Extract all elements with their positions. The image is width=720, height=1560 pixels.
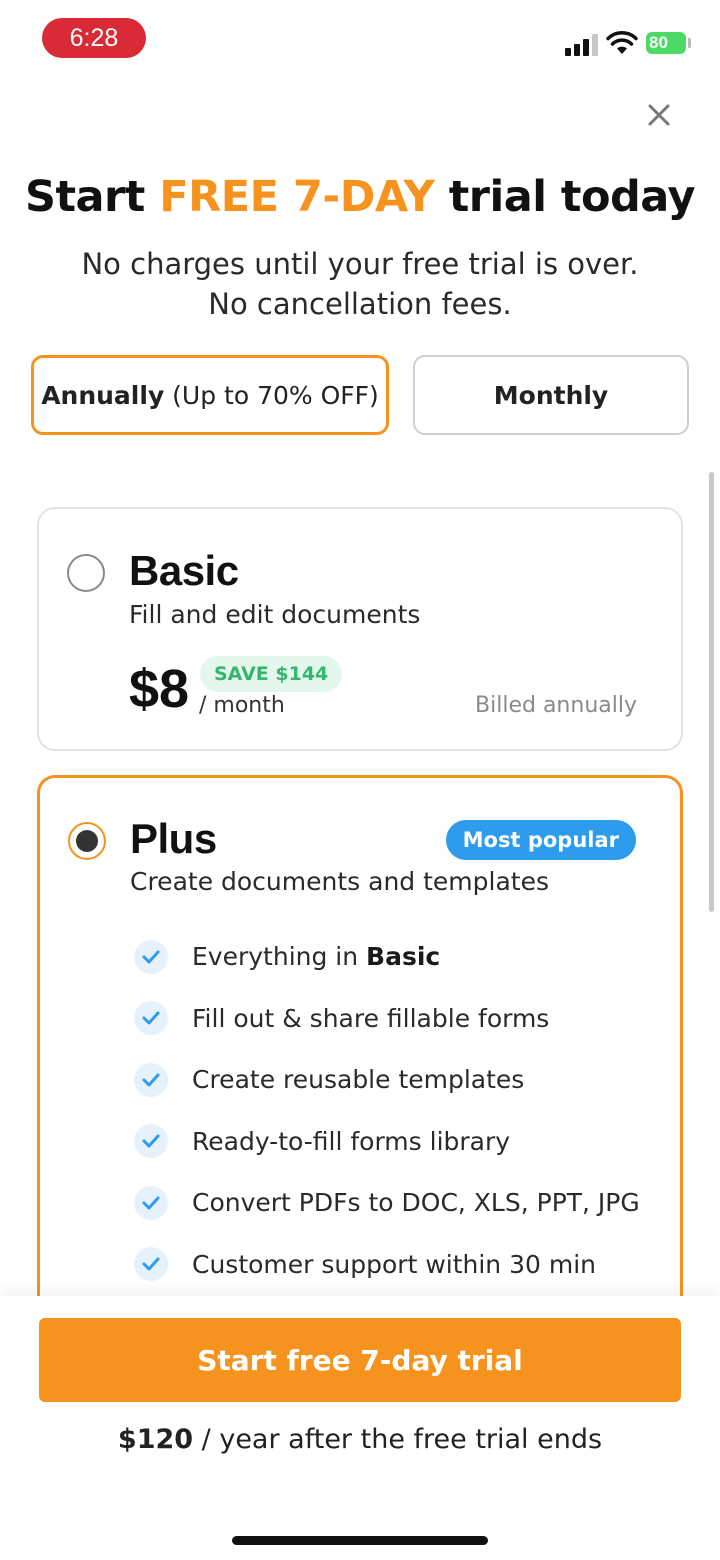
close-icon [648, 104, 670, 126]
feature-text: Fill out & share fillable forms [192, 1003, 550, 1033]
feature-text: Customer support within 30 min [192, 1249, 596, 1279]
battery-tip [688, 38, 691, 48]
check-icon [134, 1062, 168, 1097]
close-button[interactable] [640, 96, 678, 134]
price-after-trial: $120 / year after the free trial ends [0, 1424, 720, 1455]
page-subtitle: No charges until your free trial is over… [0, 244, 720, 324]
feature-item: Customer support within 30 min [134, 1234, 640, 1296]
check-icon [134, 939, 168, 974]
battery-level: 80 [649, 33, 668, 52]
status-time: 6:28 [42, 18, 146, 58]
yearly-price: $120 [117, 1424, 194, 1455]
home-indicator[interactable] [232, 1536, 488, 1545]
title-end: trial today [434, 172, 696, 222]
save-badge: SAVE $144 [200, 656, 343, 692]
plan-card-basic[interactable]: Basic Fill and edit documents $8 SAVE $1… [37, 507, 683, 751]
annual-discount: (Up to 70% OFF) [164, 380, 379, 410]
start-trial-button[interactable]: Start free 7-day trial [39, 1318, 681, 1402]
status-bar: 6:28 80 [0, 0, 720, 80]
plan-price-basic: $8 [129, 659, 190, 719]
subtitle-line-2: No cancellation fees. [208, 287, 512, 321]
feature-item: Convert PDFs to DOC, XLS, PPT, JPG [134, 1172, 640, 1234]
billing-note: Billed annually [475, 693, 637, 718]
feature-text-plain: Everything in [192, 942, 367, 972]
plan-name-basic: Basic [129, 547, 239, 594]
page-title: Start FREE 7-DAY trial today [0, 172, 720, 222]
scrollbar[interactable] [709, 472, 714, 912]
most-popular-badge: Most popular [445, 820, 636, 860]
title-start: Start [24, 172, 160, 222]
feature-item: Everything in Basic [134, 926, 640, 988]
feature-item: Ready-to-fill forms library [134, 1111, 640, 1173]
radio-icon[interactable] [67, 554, 105, 592]
billing-monthly-tab[interactable]: Monthly [413, 355, 689, 435]
plan-description-basic: Fill and edit documents [129, 600, 421, 629]
battery-icon: 80 [646, 32, 686, 54]
feature-text: Everything in Basic [192, 942, 440, 971]
price-period: / month [199, 693, 285, 718]
yearly-price-note: / year after the free trial ends [193, 1424, 603, 1455]
radio-dot [76, 830, 98, 852]
check-icon [134, 1001, 168, 1036]
billing-annual-tab[interactable]: Annually (Up to 70% OFF) [31, 355, 389, 435]
wifi-icon [606, 31, 638, 54]
signal-icon [565, 34, 599, 56]
feature-text: Create reusable templates [192, 1065, 525, 1095]
monthly-label: Monthly [493, 380, 609, 410]
feature-list: Everything in Basic Fill out & share fil… [134, 926, 640, 1295]
plan-description-plus: Create documents and templates [130, 867, 549, 896]
feature-text-bold: Basic [366, 942, 441, 972]
radio-icon[interactable] [68, 822, 106, 860]
feature-text: Ready-to-fill forms library [192, 1126, 511, 1156]
feature-item: Fill out & share fillable forms [134, 988, 640, 1050]
title-accent: FREE 7-DAY [159, 172, 435, 222]
subtitle-line-1: No charges until your free trial is over… [81, 247, 639, 281]
plan-name-plus: Plus [130, 815, 217, 862]
check-icon [134, 1185, 168, 1220]
check-icon [134, 1124, 168, 1159]
footer: Start free 7-day trial $120 / year after… [0, 1296, 720, 1560]
check-icon [134, 1247, 168, 1282]
annual-label: Annually [41, 380, 165, 410]
feature-text: Convert PDFs to DOC, XLS, PPT, JPG [192, 1188, 640, 1218]
feature-item: Create reusable templates [134, 1049, 640, 1111]
plan-card-plus[interactable]: Plus Most popular Create documents and t… [37, 775, 683, 1375]
